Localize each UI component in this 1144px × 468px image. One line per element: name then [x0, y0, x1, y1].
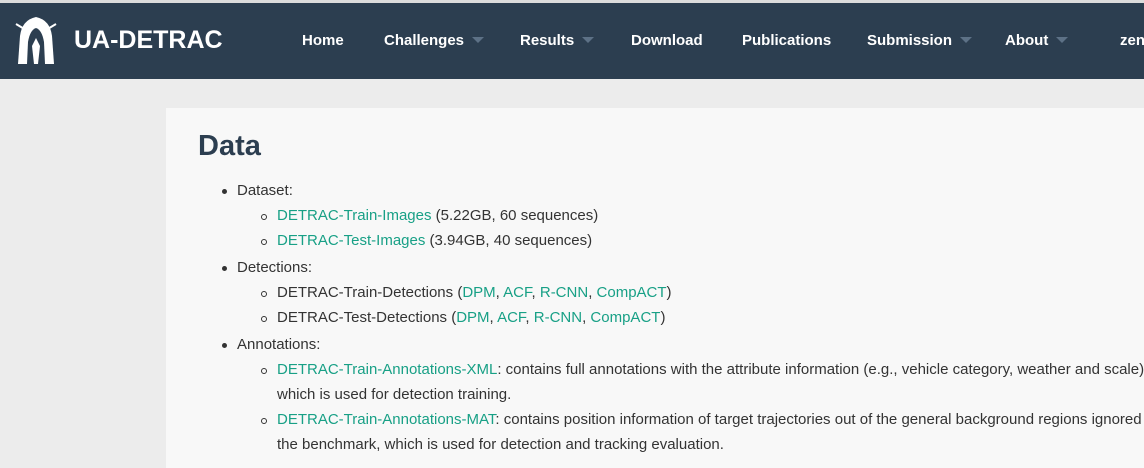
nav-challenges[interactable]: Challenges — [384, 32, 485, 49]
nav-results[interactable]: Results — [520, 32, 595, 49]
nav-user-label: zen — [1120, 32, 1144, 49]
test-dpm-link[interactable]: DPM — [456, 309, 489, 326]
chevron-down-icon — [1056, 37, 1069, 43]
nav-submission-label: Submission — [867, 32, 953, 49]
separator: , — [531, 284, 540, 301]
annotations-xml-desc-cont: which is used for detection training. — [277, 386, 512, 403]
close-paren: ) — [666, 284, 672, 301]
annotations-mat-desc-cont: the benchmark, which is used for detecti… — [277, 436, 724, 453]
bullet-circle — [261, 316, 267, 322]
nav-publications-label: Publications — [742, 32, 832, 49]
bullet-disc — [222, 266, 227, 271]
test-images-link[interactable]: DETRAC-Test-Images — [277, 232, 425, 249]
test-images-info: (3.94GB, 40 sequences) — [429, 232, 593, 249]
nav-home[interactable]: Home — [302, 32, 344, 49]
top-navbar: UA-DETRAC Home Challenges Results Downlo… — [0, 3, 1144, 79]
train-images-info: (5.22GB, 60 sequences) — [435, 207, 599, 224]
chevron-down-icon — [472, 37, 485, 43]
nav-about[interactable]: About — [1005, 32, 1069, 49]
close-paren: ) — [660, 309, 666, 326]
list-item: DETRAC-Test-Detections (DPM, ACF, R-CNN,… — [277, 308, 665, 328]
test-compact-link[interactable]: CompACT — [590, 309, 660, 326]
logo-icon[interactable] — [12, 14, 60, 66]
separator: , — [489, 309, 498, 326]
list-item: DETRAC-Train-Annotations-MAT: contains p… — [277, 410, 1144, 430]
brand-title[interactable]: UA-DETRAC — [74, 26, 223, 55]
nav-home-label: Home — [302, 32, 344, 49]
bullet-circle — [261, 368, 267, 374]
train-rcnn-link[interactable]: R-CNN — [540, 284, 588, 301]
nav-publications[interactable]: Publications — [742, 32, 831, 49]
test-acf-link[interactable]: ACF — [497, 309, 525, 326]
separator: , — [525, 309, 534, 326]
list-item: DETRAC-Test-Images (3.94GB, 40 sequences… — [277, 231, 592, 251]
bullet-disc — [222, 343, 227, 348]
dataset-label: Dataset: — [237, 182, 293, 199]
chevron-down-icon — [582, 37, 595, 43]
annotations-xml-link[interactable]: DETRAC-Train-Annotations-XML — [277, 361, 497, 378]
separator: , — [588, 284, 597, 301]
bullet-circle — [261, 239, 267, 245]
annotations-mat-link[interactable]: DETRAC-Train-Annotations-MAT — [277, 411, 495, 428]
train-acf-link[interactable]: ACF — [503, 284, 531, 301]
bullet-circle — [261, 291, 267, 297]
annotations-xml-desc: : contains full annotations with the att… — [497, 361, 1144, 378]
list-item: DETRAC-Train-Detections (DPM, ACF, R-CNN… — [277, 283, 672, 303]
nav-download-label: Download — [631, 32, 703, 49]
train-images-link[interactable]: DETRAC-Train-Images — [277, 207, 431, 224]
train-compact-link[interactable]: CompACT — [597, 284, 667, 301]
train-detections-name: DETRAC-Train-Detections ( — [277, 284, 463, 301]
detections-label: Detections: — [237, 259, 313, 276]
list-item: DETRAC-Train-Images (5.22GB, 60 sequence… — [277, 206, 598, 226]
annotations-mat-desc: : contains position information of targe… — [495, 411, 1144, 428]
nav-challenges-label: Challenges — [384, 32, 465, 49]
test-detections-name: DETRAC-Test-Detections ( — [277, 309, 457, 326]
bullet-circle — [261, 214, 267, 220]
list-item: DETRAC-Train-Annotations-XML: contains f… — [277, 360, 1144, 380]
chevron-down-icon — [960, 37, 973, 43]
nav-user[interactable]: zen — [1120, 32, 1144, 49]
nav-results-label: Results — [520, 32, 575, 49]
bullet-disc — [222, 189, 227, 194]
train-dpm-link[interactable]: DPM — [462, 284, 495, 301]
page-title: Data — [198, 130, 261, 162]
nav-about-label: About — [1005, 32, 1049, 49]
annotations-label: Annotations: — [237, 336, 321, 353]
nav-download[interactable]: Download — [631, 32, 703, 49]
bullet-circle — [261, 418, 267, 424]
nav-submission[interactable]: Submission — [867, 32, 973, 49]
test-rcnn-link[interactable]: R-CNN — [534, 309, 582, 326]
